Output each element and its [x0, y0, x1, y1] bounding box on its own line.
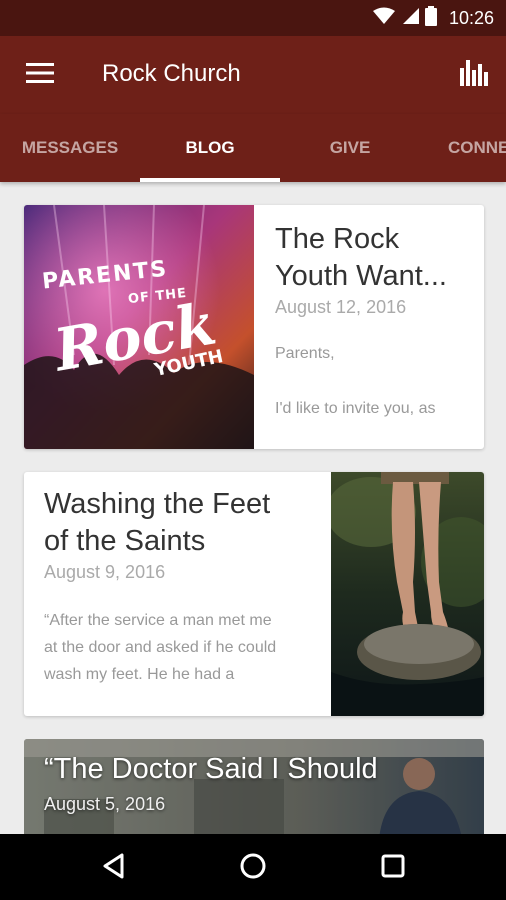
post-text: The Rock Youth Want... August 12, 2016 P… — [275, 205, 475, 449]
back-button[interactable] — [94, 848, 134, 888]
system-nav-bar — [0, 834, 506, 900]
post-excerpt-line1: Parents, — [275, 345, 335, 362]
wifi-icon — [372, 7, 395, 29]
bar-chart-icon — [460, 58, 488, 90]
back-triangle-icon — [102, 853, 126, 883]
battery-icon — [424, 6, 437, 30]
status-icons: 10:26 — [372, 0, 494, 36]
post-excerpt-line1: “After the service a man met me — [44, 612, 272, 629]
blog-post-card[interactable]: Washing the Feet of the Saints August 9,… — [24, 472, 484, 716]
stats-button[interactable] — [456, 56, 492, 92]
app-bar: Rock Church — [0, 36, 506, 114]
post-excerpt-line2: at the door and asked if he could — [44, 639, 277, 656]
status-time: 10:26 — [448, 7, 494, 28]
recents-button[interactable] — [373, 848, 413, 888]
app-title: Rock Church — [102, 60, 241, 87]
post-image — [331, 472, 484, 716]
tab-give[interactable]: GIVE — [280, 114, 420, 182]
tab-indicator — [140, 178, 280, 182]
post-image-text: PARENTS OF THE Rock YOUTH — [24, 205, 254, 449]
tab-bar: MESSAGES BLOG GIVE CONNE — [0, 114, 506, 182]
post-title-line2: of the Saints — [44, 525, 206, 557]
tab-messages[interactable]: MESSAGES — [0, 114, 140, 182]
post-date: August 5, 2016 — [44, 794, 166, 814]
post-title-line2: Youth Want... — [275, 260, 447, 292]
post-excerpt-line3: wash my feet. He he had a — [44, 666, 235, 683]
blog-post-card[interactable]: PARENTS OF THE Rock YOUTH The Rock Youth… — [24, 205, 484, 449]
post-title-line1: The Rock — [275, 223, 400, 255]
status-bar: 10:26 — [0, 0, 506, 36]
hamburger-menu-icon — [26, 63, 54, 87]
menu-button[interactable] — [20, 58, 60, 92]
recents-square-icon — [381, 854, 405, 882]
post-title-line1: Washing the Feet — [44, 488, 271, 520]
post-title: “The Doctor Said I Should — [44, 753, 378, 785]
post-excerpt-line2: I'd like to invite you, as — [275, 400, 436, 417]
post-date: August 9, 2016 — [44, 562, 166, 582]
post-excerpt: “After the service a man met me at the d… — [44, 607, 334, 688]
post-date: August 12, 2016 — [275, 297, 407, 317]
blog-post-card[interactable]: “The Doctor Said I Should August 5, 2016 — [24, 739, 484, 839]
post-text: Washing the Feet of the Saints August 9,… — [44, 472, 334, 716]
tab-connect[interactable]: CONNE — [420, 114, 506, 182]
home-circle-icon — [240, 853, 266, 883]
tab-blog[interactable]: BLOG — [140, 114, 280, 182]
home-button[interactable] — [233, 848, 273, 888]
signal-icon — [401, 7, 419, 29]
